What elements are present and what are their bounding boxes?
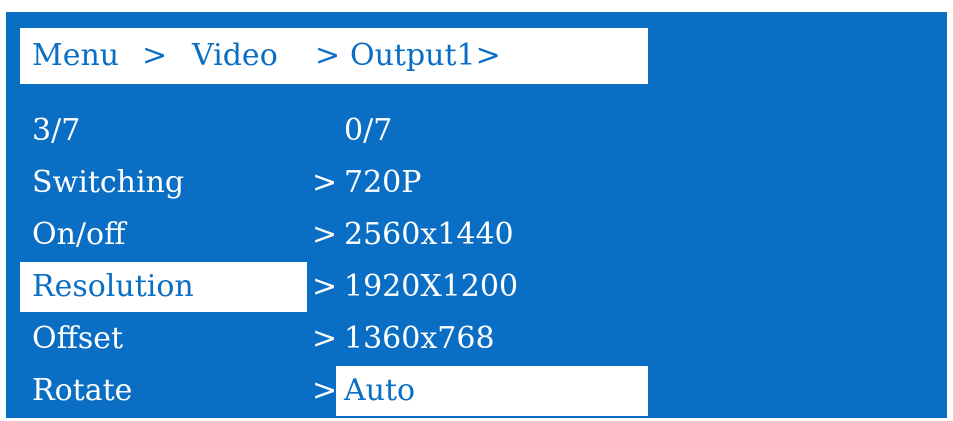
chevron-right-icon: > bbox=[312, 165, 338, 200]
option-label: 1360x768 bbox=[344, 321, 495, 356]
option-720p[interactable]: 720P bbox=[336, 158, 648, 208]
breadcrumb-separator: > bbox=[315, 38, 341, 73]
option-label: 2560x1440 bbox=[344, 217, 514, 252]
menu-item-label: Rotate bbox=[32, 373, 133, 408]
option-label: 1920X1200 bbox=[344, 269, 519, 304]
option-1920x1200[interactable]: 1920X1200 bbox=[336, 262, 648, 312]
chevron-right-icon: > bbox=[312, 321, 338, 356]
menu-item-label: Resolution bbox=[32, 269, 194, 304]
left-counter: 3/7 bbox=[20, 106, 327, 156]
menu-item-resolution[interactable]: Resolution > bbox=[20, 262, 337, 312]
menu-screen: Menu > Video > Output1> 3/7 0/7 Switchin… bbox=[6, 12, 947, 418]
chevron-right-icon: > bbox=[312, 373, 338, 408]
menu-item-label: On/off bbox=[32, 217, 126, 252]
menu-item-offset[interactable]: Offset > bbox=[20, 314, 337, 364]
menu-item-label: Offset bbox=[32, 321, 124, 356]
breadcrumb: Menu > Video > Output1> bbox=[20, 28, 648, 84]
option-2560x1440[interactable]: 2560x1440 bbox=[336, 210, 648, 260]
menu-item-label: Switching bbox=[32, 165, 185, 200]
option-label: 720P bbox=[344, 165, 422, 200]
option-label: Auto bbox=[344, 373, 416, 408]
menu-item-rotate[interactable]: Rotate > bbox=[20, 366, 337, 416]
menu-item-switching[interactable]: Switching > bbox=[20, 158, 337, 208]
breadcrumb-video[interactable]: Video bbox=[192, 28, 278, 84]
option-1360x768[interactable]: 1360x768 bbox=[336, 314, 648, 364]
chevron-right-icon: > bbox=[312, 217, 338, 252]
breadcrumb-menu[interactable]: Menu bbox=[32, 28, 119, 84]
breadcrumb-separator: > bbox=[142, 38, 168, 73]
option-auto[interactable]: Auto bbox=[336, 366, 648, 416]
right-counter-label: 0/7 bbox=[344, 113, 393, 148]
chevron-right-icon: > bbox=[312, 269, 338, 304]
right-counter: 0/7 bbox=[336, 106, 648, 156]
left-counter-label: 3/7 bbox=[32, 113, 81, 148]
breadcrumb-output[interactable]: Output1> bbox=[350, 28, 501, 84]
menu-item-onoff[interactable]: On/off > bbox=[20, 210, 337, 260]
